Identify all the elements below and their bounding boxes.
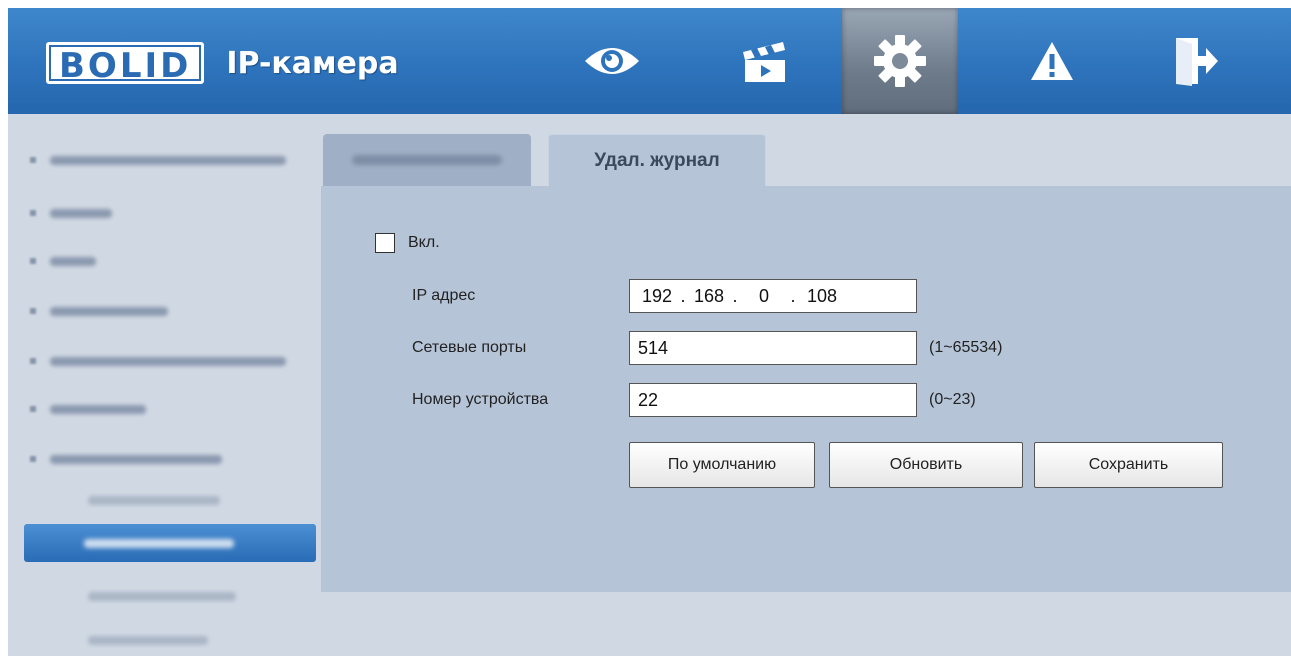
bolid-logo: BOLID: [46, 42, 205, 86]
ip-address-input[interactable]: 192 . 168 . 0 . 108: [629, 279, 917, 313]
ip-separator: .: [732, 285, 738, 306]
nav-logout-button[interactable]: [1148, 8, 1244, 114]
gear-icon: [874, 35, 926, 87]
sidebar-item[interactable]: [30, 299, 168, 323]
ip-octet-4: 108: [806, 285, 838, 306]
refresh-button[interactable]: Обновить: [829, 442, 1023, 488]
sidebar-subitem[interactable]: [88, 584, 236, 608]
expand-icon: [30, 157, 36, 163]
port-range-hint: (1~65534): [929, 339, 1003, 356]
default-button[interactable]: По умолчанию: [629, 442, 815, 488]
ip-separator: .: [790, 285, 796, 306]
expand-icon: [30, 456, 36, 462]
enable-checkbox[interactable]: [375, 233, 395, 253]
expand-icon: [30, 358, 36, 364]
sidebar-item[interactable]: [30, 447, 222, 471]
sidebar-item[interactable]: [30, 201, 112, 225]
clapperboard-icon: [743, 42, 785, 82]
content-footer: [321, 592, 1291, 656]
app-window: BOLID IP-камера Удал. журнал Вкл. IP адр…: [8, 8, 1291, 656]
expand-icon: [30, 308, 36, 314]
ip-octet-1: 192: [641, 285, 673, 306]
sidebar-item[interactable]: [30, 349, 286, 373]
port-input[interactable]: 514: [629, 331, 917, 365]
ip-octet-2: 168: [693, 285, 725, 306]
nav-live-view-button[interactable]: [564, 8, 660, 114]
exit-icon: [1176, 38, 1218, 86]
ip-address-label: IP адрес: [412, 287, 476, 304]
expand-icon: [30, 210, 36, 216]
tab-remote-log[interactable]: Удал. журнал: [548, 134, 766, 186]
expand-icon: [30, 406, 36, 412]
enable-label: Вкл.: [408, 234, 440, 251]
top-header: BOLID IP-камера: [8, 8, 1291, 114]
device-number-input[interactable]: 22: [629, 383, 917, 417]
sidebar-item[interactable]: [30, 397, 146, 421]
sidebar-subitem[interactable]: [88, 488, 220, 512]
tab-bar: Удал. журнал: [321, 134, 1291, 186]
settings-sidebar: [8, 114, 320, 656]
save-button[interactable]: Сохранить: [1034, 442, 1223, 488]
sidebar-item[interactable]: [30, 148, 286, 172]
nav-alarm-button[interactable]: [1004, 8, 1100, 114]
tab-log[interactable]: [323, 134, 531, 186]
device-range-hint: (0~23): [929, 391, 976, 408]
brand-logo: BOLID IP-камера: [46, 38, 399, 88]
device-number-label: Номер устройства: [412, 391, 549, 408]
eye-icon: [585, 48, 639, 74]
ip-separator: .: [680, 285, 686, 306]
sidebar-item[interactable]: [30, 249, 96, 273]
warning-icon: [1031, 42, 1073, 80]
expand-icon: [30, 258, 36, 264]
remote-log-panel: Вкл. IP адрес 192 . 168 . 0 . 108 Сетевы…: [321, 186, 1291, 592]
nav-settings-button[interactable]: [842, 8, 958, 114]
sidebar-subitem-active[interactable]: [24, 524, 316, 562]
app-title: IP-камера: [226, 45, 399, 81]
port-label: Сетевые порты: [412, 339, 527, 356]
ip-octet-3: 0: [758, 285, 769, 306]
nav-playback-button[interactable]: [716, 8, 812, 114]
sidebar-subitem[interactable]: [88, 628, 208, 652]
